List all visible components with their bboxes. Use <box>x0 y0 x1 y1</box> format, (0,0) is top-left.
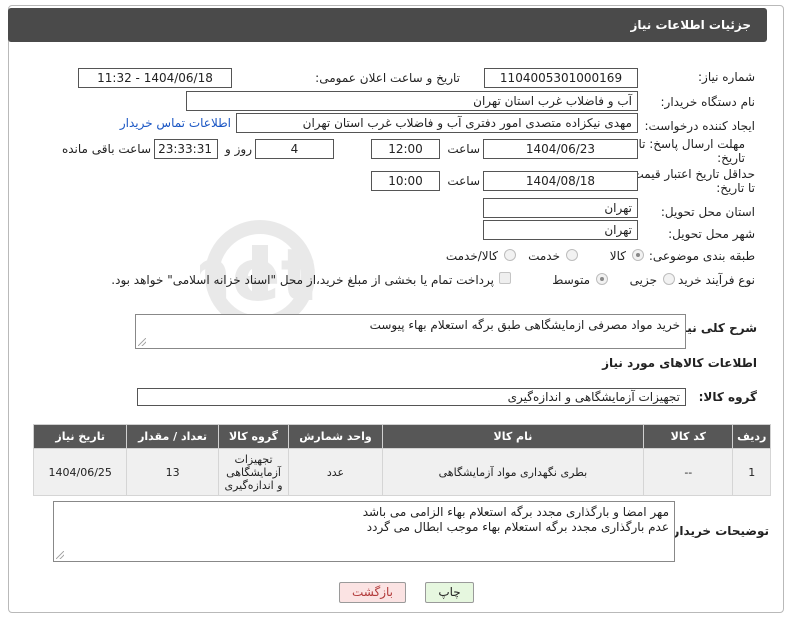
city-field: تهران <box>483 220 638 240</box>
resize-grip-icon[interactable] <box>56 551 64 559</box>
creator-field: مهدی نیکزاده متصدی امور دفتری آب و فاضلا… <box>236 113 638 133</box>
cell-group: تجهیزات آزمایشگاهی و اندازه‌گیری <box>217 448 290 496</box>
description-textarea[interactable]: خرید مواد مصرفی ازمایشگاهی طبق برگه استع… <box>135 314 686 349</box>
category-option-goods: کالا <box>609 249 626 263</box>
process-option-medium: متوسط <box>552 273 590 287</box>
valid-time-label: ساعت <box>447 174 480 188</box>
process-option-minor: جزیی <box>629 273 657 287</box>
payment-note: پرداخت تمام یا بخشی از مبلغ خرید،از محل … <box>111 273 494 287</box>
process-label: نوع فرآیند خرید : <box>670 273 755 287</box>
announce-label: تاریخ و ساعت اعلان عمومی: <box>315 71 460 85</box>
city-label: شهر محل تحویل: <box>668 227 755 241</box>
deadline-label-line1: مهلت ارسال پاسخ: تا <box>638 137 745 151</box>
category-radio-service[interactable] <box>566 249 578 261</box>
deadline-label: مهلت ارسال پاسخ: تا تاریخ: <box>638 137 745 165</box>
province-field: تهران <box>483 198 638 218</box>
deadline-date-field: 1404/06/23 <box>483 139 638 159</box>
col-header-date: تاریخ نیاز <box>32 424 128 449</box>
announce-field: 1404/06/18 - 11:32 <box>78 68 232 88</box>
buyer-notes-label: توضیحات خریدار: <box>667 524 769 538</box>
table-row: 1 -- بطری نگهداری مواد آزمایشگاهی عدد تج… <box>32 448 771 496</box>
cell-date: 1404/06/25 <box>32 448 128 496</box>
cell-qty: 13 <box>126 448 219 496</box>
valid-date-field: 1404/08/18 <box>483 171 638 191</box>
days-label: روز و <box>225 142 252 156</box>
col-header-row: ردیف <box>732 424 771 449</box>
goods-group-field: تجهیزات آزمایشگاهی و اندازه‌گیری <box>137 388 686 406</box>
process-radio-minor[interactable] <box>663 273 675 285</box>
remaining-label: ساعت باقی مانده <box>61 142 151 156</box>
category-option-goods-service: کالا/خدمت <box>445 249 498 263</box>
days-field: 4 <box>255 139 334 159</box>
min-valid-label-line1: حداقل تاریخ اعتبار قیمت: <box>628 167 755 181</box>
buyer-contact-link[interactable]: اطلاعات تماس خریدار <box>120 116 231 130</box>
min-valid-label-line2: تا تاریخ: <box>716 181 755 195</box>
col-header-code: کد کالا <box>643 424 734 449</box>
buyer-notes-line1: مهر امضا و بارگذاری مجدد برگه استعلام به… <box>362 505 669 519</box>
category-radio-goods-service[interactable] <box>504 249 516 261</box>
col-header-group: گروه کالا <box>217 424 290 449</box>
print-button[interactable]: چاپ <box>425 582 474 603</box>
deadline-time-label: ساعت <box>447 142 480 156</box>
payment-treasury-checkbox[interactable] <box>499 272 511 284</box>
buyer-notes-line2: عدم بارگذاری مجدد برگه استعلام بهاء موجب… <box>366 520 669 534</box>
category-label: طبقه بندی موضوعی: <box>648 249 755 263</box>
resize-grip-icon[interactable] <box>138 338 146 346</box>
province-label: استان محل تحویل: <box>660 205 755 219</box>
back-button[interactable]: بازگشت <box>339 582 406 603</box>
cell-name: بطری نگهداری مواد آزمایشگاهی <box>381 448 645 496</box>
remaining-time-field: 23:33:31 <box>154 139 218 159</box>
deadline-label-line2: تاریخ: <box>717 151 745 165</box>
col-header-unit: واحد شمارش <box>288 424 383 449</box>
description-text: خرید مواد مصرفی ازمایشگاهی طبق برگه استع… <box>369 318 680 332</box>
process-radio-medium[interactable] <box>596 273 608 285</box>
need-number-label: شماره نیاز: <box>698 70 755 84</box>
category-radio-goods[interactable] <box>632 249 644 261</box>
creator-label: ایجاد کننده درخواست: <box>644 119 755 133</box>
page-title: جزئیات اطلاعات نیاز <box>630 18 751 32</box>
deadline-time-field: 12:00 <box>371 139 440 159</box>
page-header: جزئیات اطلاعات نیاز <box>8 8 767 42</box>
buyer-org-label: نام دستگاه خریدار: <box>660 95 756 109</box>
goods-table: ردیف کد کالا نام کالا واحد شمارش گروه کا… <box>32 424 771 496</box>
valid-time-field: 10:00 <box>371 171 440 191</box>
goods-table-header: ردیف کد کالا نام کالا واحد شمارش گروه کا… <box>32 424 771 449</box>
goods-group-label: گروه کالا: <box>698 390 757 404</box>
goods-section-title: اطلاعات کالاهای مورد نیاز <box>602 356 757 370</box>
min-valid-label: حداقل تاریخ اعتبار قیمت: تا تاریخ: <box>628 167 755 195</box>
need-number-field: 1104005301000169 <box>484 68 638 88</box>
col-header-qty: تعداد / مقدار <box>126 424 219 449</box>
col-header-name: نام کالا <box>381 424 645 449</box>
cell-code: -- <box>643 448 734 496</box>
cell-row: 1 <box>732 448 771 496</box>
cell-unit: عدد <box>288 448 383 496</box>
buyer-org-field: آب و فاضلاب غرب استان تهران <box>186 91 638 111</box>
buyer-notes-textarea[interactable]: مهر امضا و بارگذاری مجدد برگه استعلام به… <box>53 501 675 562</box>
category-option-service: خدمت <box>528 249 560 263</box>
